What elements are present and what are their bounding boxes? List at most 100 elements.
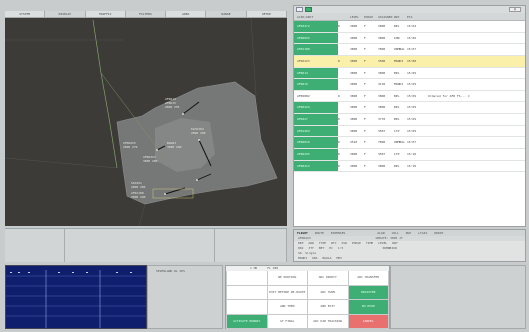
- arc-turn-button[interactable]: ARC TURN: [308, 285, 348, 299]
- command-panel: 1 HR FL 280 NE ROUTING ARC DIRECT ARC TR…: [225, 265, 390, 329]
- aircraft-symbol[interactable]: [156, 149, 158, 151]
- flight-callsign[interactable]: AFR6225: [294, 149, 338, 160]
- flight-callsign[interactable]: AFR615: [294, 79, 338, 90]
- menu-item-filters[interactable]: FILTERS: [125, 11, 167, 17]
- arc-transfer-button[interactable]: ARC TRANSFER: [348, 271, 388, 285]
- menu-item-display[interactable]: DISPLAY: [45, 11, 86, 17]
- column-header[interactable]: ETA: [407, 13, 428, 20]
- flight-cell: 15:07: [407, 47, 417, 52]
- arc-dir-tracking-button[interactable]: ARC DIR TRACKING: [308, 314, 348, 328]
- flight-callsign[interactable]: AFR0412: [294, 160, 338, 172]
- flight-list-rows: AFR3472 D 3800 F 3800 BPL 15:04 AFR6025 3800 F 380…: [294, 21, 525, 173]
- column-header[interactable]: ACID/ABCT: [294, 13, 338, 20]
- flight-row[interactable]: AFR3472 D 3800 F 3800 BPL 15:04: [294, 21, 525, 33]
- aircraft-label[interactable]: 2800 260: [191, 131, 206, 135]
- menu-item-setup[interactable]: SETUP: [246, 11, 287, 17]
- flight-callsign[interactable]: AFR6016: [294, 137, 338, 149]
- column-header[interactable]: LEVEL: [350, 13, 364, 20]
- aircraft-label[interactable]: 2800 290: [131, 195, 146, 199]
- flight-cell: 3800: [350, 35, 358, 40]
- command-button[interactable]: [227, 300, 267, 314]
- tab-ltais[interactable]: LTAIS: [418, 230, 427, 236]
- list-mode-button[interactable]: ▤: [509, 7, 521, 12]
- tab-expenses[interactable]: EXPENSES: [331, 230, 345, 236]
- flight-cell: [338, 68, 350, 79]
- no-rvsm-button[interactable]: NO RVSM: [348, 300, 388, 314]
- flight-row[interactable]: AFR615 3800 F 3130 MSNKI 15:09: [294, 79, 525, 91]
- cancel-button[interactable]: CANCEL: [348, 314, 388, 328]
- menu-item-traffic[interactable]: TRAFFIC: [85, 11, 126, 17]
- aircraft-label[interactable]: 2800 270: [123, 145, 138, 149]
- flight-cell: 15:07: [407, 140, 417, 145]
- arc-direct-button[interactable]: ARC DIRECT: [308, 271, 348, 285]
- flight-callsign[interactable]: AFR6223: [294, 55, 338, 67]
- column-header[interactable]: [338, 13, 350, 20]
- activate-runway-button[interactable]: ACTIVATE RUNWAY: [227, 314, 267, 328]
- sequence-graph[interactable]: [5, 265, 147, 329]
- menu-item-system[interactable]: SYSTEM: [5, 11, 46, 17]
- flight-row[interactable]: AFR0412 D 3800 F 3800 BPL 15:10: [294, 160, 525, 173]
- radar-map[interactable]: AFR614 AFR615 2800 255 KLM1204 2800 260 …: [5, 18, 287, 226]
- column-header[interactable]: ASSIGNED: [378, 13, 394, 20]
- flight-callsign[interactable]: AFR3472: [294, 21, 338, 32]
- flight-row[interactable]: AFR6223 D 3800 F 3500 MSNKI 15:08: [294, 55, 525, 68]
- flight-cell: LTP: [394, 128, 400, 133]
- info-cell: [215, 229, 287, 262]
- column-header[interactable]: PHASE: [364, 13, 378, 20]
- flight-cell: 3507: [378, 152, 386, 157]
- flight-row[interactable]: AFR1204 3800 F 3507 LTP 15:09: [294, 125, 525, 138]
- flight-row[interactable]: AFR1188 3800 F 7800 ORMBAL 15:07: [294, 44, 525, 56]
- flight-callsign[interactable]: AFR1204: [294, 125, 338, 137]
- tab-print[interactable]: PRINT: [434, 230, 443, 236]
- tab-rwy[interactable]: RWY: [406, 230, 411, 236]
- aircraft-symbol[interactable]: [198, 139, 200, 141]
- flight-cell: F: [364, 58, 366, 63]
- menu-item-range[interactable]: RANGE: [206, 11, 247, 17]
- menu-item-area[interactable]: AREA: [166, 11, 207, 17]
- at-final-button[interactable]: AT FINAL: [267, 314, 307, 328]
- flight-callsign[interactable]: AFR227: [294, 114, 338, 125]
- list-filter-icon[interactable]: [305, 7, 312, 12]
- flight-cell: [338, 126, 350, 137]
- flight-row[interactable]: AFR227 D 3800 F 3770 BPL 15:09: [294, 114, 525, 126]
- exit-before-reroute-button[interactable]: EXIT BEFORE RE-ROUTE: [267, 285, 307, 299]
- flight-row[interactable]: AFR6025 3800 F 3800 LMN 15:06: [294, 32, 525, 45]
- flight-callsign[interactable]: AFR6025: [294, 32, 338, 44]
- aircraft-label[interactable]: 2800 255: [165, 105, 180, 109]
- register-button[interactable]: REGISTER: [348, 285, 388, 299]
- flight-cell: [428, 21, 498, 32]
- tab-route[interactable]: ROUTE: [315, 230, 324, 236]
- and-exit-button[interactable]: AND EXIT: [308, 300, 348, 314]
- flight-cell: [338, 102, 350, 113]
- radar-display[interactable]: AFR614 AFR615 2800 255 KLM1204 2800 260 …: [5, 18, 287, 226]
- flight-cell: 3800: [378, 24, 386, 28]
- flight-callsign[interactable]: AFR5882: [294, 90, 338, 102]
- and-then-button[interactable]: AND THEN: [267, 300, 307, 314]
- aircraft-label[interactable]: 2800 285: [131, 185, 146, 189]
- flight-row[interactable]: AFR6016 D 3510 F 7800 ORMBAL 15:07: [294, 137, 525, 150]
- aircraft-label[interactable]: 3800 260: [167, 145, 182, 149]
- flight-cell: 3800: [350, 24, 358, 28]
- list-tool-icon[interactable]: [296, 7, 303, 12]
- flight-callsign[interactable]: AFR614: [294, 67, 338, 79]
- sequence-legend-title: SEVERLAND RL VPS: [156, 269, 185, 273]
- flight-row[interactable]: AFR6225 D 3800 F 3507 LTP 15:10: [294, 149, 525, 161]
- aircraft-label[interactable]: 3800 280: [143, 159, 158, 163]
- flight-detail-panel: FLIGHT ROUTE EXPENSES ALGN COLL RWY LTAI…: [293, 229, 526, 262]
- flight-callsign[interactable]: AFR1188: [294, 44, 338, 55]
- column-header[interactable]: RWY: [394, 13, 407, 20]
- flight-cell: BPL: [394, 70, 400, 75]
- flight-row[interactable]: AFR6224 3800 F 3800 BPL 15:09: [294, 102, 525, 115]
- command-button[interactable]: [227, 285, 267, 299]
- flight-cell: MSNKI: [394, 82, 404, 87]
- flight-row[interactable]: AFR614 3800 F 3800 BPL 15:09: [294, 67, 525, 80]
- aircraft-symbol[interactable]: [182, 113, 184, 115]
- sequence-legend-panel: SEVERLAND RL VPS: [147, 265, 223, 329]
- column-header[interactable]: [428, 13, 498, 20]
- ne-routing-button[interactable]: NE ROUTING: [267, 271, 307, 285]
- command-button[interactable]: [227, 271, 267, 285]
- flight-callsign[interactable]: AFR6224: [294, 102, 338, 114]
- aircraft-symbol[interactable]: [196, 179, 198, 181]
- flight-row[interactable]: AFR5882 D 3800 F 3800 BPL 15:09 Ordered for AFR…: [294, 90, 525, 103]
- aircraft-symbol[interactable]: [164, 193, 166, 195]
